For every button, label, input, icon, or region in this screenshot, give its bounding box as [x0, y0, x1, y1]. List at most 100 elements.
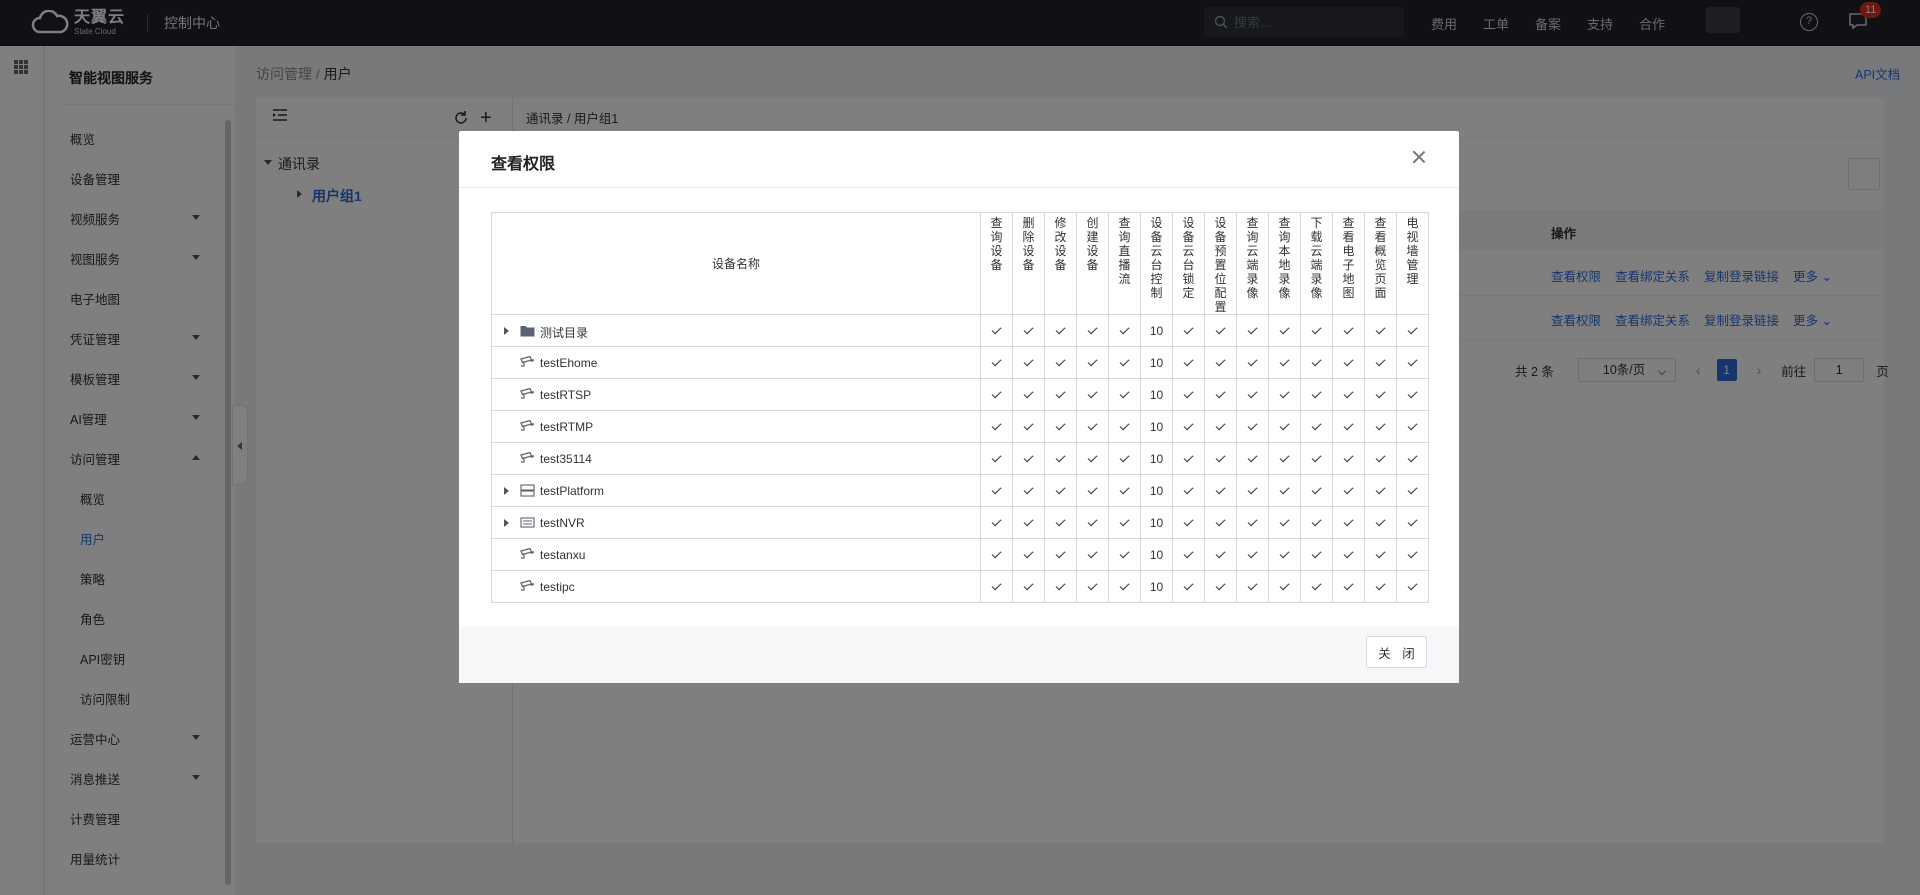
permission-cell	[1332, 410, 1365, 443]
permission-cell	[1268, 314, 1301, 347]
expand-caret-icon[interactable]	[504, 487, 509, 495]
permission-column-header: 设备云台控制	[1140, 212, 1173, 315]
permission-cell	[1012, 506, 1045, 539]
checkmark-icon	[1055, 420, 1066, 431]
checkmark-icon	[1119, 388, 1130, 399]
permission-cell	[1204, 378, 1237, 411]
permission-cell	[1108, 474, 1141, 507]
checkmark-icon	[1087, 484, 1098, 495]
permission-column-header: 查看概览页面	[1364, 212, 1397, 315]
checkmark-icon	[1375, 356, 1386, 367]
checkmark-icon	[1279, 484, 1290, 495]
permission-cell	[1012, 474, 1045, 507]
permission-cell	[1396, 442, 1429, 475]
permission-cell	[1044, 410, 1077, 443]
camera-icon	[520, 547, 535, 561]
permission-cell	[1172, 474, 1205, 507]
checkmark-icon	[1215, 420, 1226, 431]
permission-cell	[1076, 378, 1109, 411]
checkmark-icon	[1087, 580, 1098, 591]
checkmark-icon	[1407, 580, 1418, 591]
permission-cell	[1236, 474, 1269, 507]
checkmark-icon	[1119, 580, 1130, 591]
checkmark-icon	[1087, 452, 1098, 463]
expand-caret-icon[interactable]	[504, 519, 509, 527]
device-name-cell: testanxu	[491, 538, 981, 571]
permission-column-header: 下载云端录像	[1300, 212, 1333, 315]
permission-cell	[1268, 442, 1301, 475]
checkmark-icon	[1119, 420, 1130, 431]
checkmark-icon	[991, 580, 1002, 591]
permission-cell	[1108, 570, 1141, 603]
checkmark-icon	[1087, 548, 1098, 559]
permission-cell	[1396, 346, 1429, 379]
checkmark-icon	[991, 324, 1002, 335]
permission-cell	[1300, 346, 1333, 379]
checkmark-icon	[991, 484, 1002, 495]
checkmark-icon	[1087, 420, 1098, 431]
permission-cell	[1108, 314, 1141, 347]
permission-cell	[1108, 378, 1141, 411]
permission-cell	[1364, 474, 1397, 507]
checkmark-icon	[1375, 388, 1386, 399]
table-row: testEhome 10	[491, 346, 1429, 379]
permission-column-header: 查询设备	[980, 212, 1013, 315]
permission-cell	[980, 314, 1013, 347]
permission-cell	[980, 442, 1013, 475]
permission-cell	[1332, 570, 1365, 603]
checkmark-icon	[1375, 452, 1386, 463]
checkmark-icon	[1247, 516, 1258, 527]
permission-cell	[1044, 506, 1077, 539]
device-name-cell: testRTMP	[491, 410, 981, 443]
permission-cell	[1364, 506, 1397, 539]
permission-cell	[1268, 410, 1301, 443]
checkmark-icon	[1375, 548, 1386, 559]
permission-cell	[1076, 474, 1109, 507]
ptz-value-cell: 10	[1140, 442, 1173, 475]
checkmark-icon	[991, 548, 1002, 559]
device-name: testEhome	[540, 356, 598, 370]
permission-cell	[1172, 538, 1205, 571]
checkmark-icon	[1247, 452, 1258, 463]
checkmark-icon	[1375, 420, 1386, 431]
permission-cell	[1204, 410, 1237, 443]
permission-cell	[1012, 570, 1045, 603]
expand-caret-icon[interactable]	[504, 327, 509, 335]
permissions-header-row: 设备名称 查询设备 删除设备 修改设备 创建设备 查询直播流 设备云台控制 设备云台锁定 设备…	[491, 212, 1429, 315]
checkmark-icon	[1311, 580, 1322, 591]
permission-cell	[1236, 442, 1269, 475]
checkmark-icon	[1215, 324, 1226, 335]
close-icon[interactable]	[1411, 149, 1427, 165]
checkmark-icon	[1055, 388, 1066, 399]
permission-cell	[980, 410, 1013, 443]
permission-cell	[980, 506, 1013, 539]
permission-cell	[980, 474, 1013, 507]
checkmark-icon	[1343, 484, 1354, 495]
checkmark-icon	[1023, 548, 1034, 559]
checkmark-icon	[1183, 356, 1194, 367]
device-name: testPlatform	[540, 484, 605, 498]
device-name-cell: testNVR	[491, 506, 981, 539]
permission-cell	[1300, 570, 1333, 603]
checkmark-icon	[1055, 580, 1066, 591]
camera-icon	[520, 419, 535, 433]
permission-cell	[980, 378, 1013, 411]
checkmark-icon	[1215, 452, 1226, 463]
permission-cell	[1268, 474, 1301, 507]
close-button[interactable]: 关 闭	[1366, 636, 1427, 668]
permission-cell	[1396, 570, 1429, 603]
checkmark-icon	[1087, 356, 1098, 367]
device-name-cell: testPlatform	[491, 474, 981, 507]
ptz-value-cell: 10	[1140, 538, 1173, 571]
checkmark-icon	[1087, 388, 1098, 399]
checkmark-icon	[1055, 516, 1066, 527]
ptz-value-cell: 10	[1140, 378, 1173, 411]
permission-cell	[1108, 346, 1141, 379]
checkmark-icon	[1215, 356, 1226, 367]
table-row: testPlatform 10	[491, 474, 1429, 507]
checkmark-icon	[1215, 484, 1226, 495]
checkmark-icon	[1023, 452, 1034, 463]
permission-cell	[1364, 378, 1397, 411]
checkmark-icon	[1183, 484, 1194, 495]
permission-cell	[1268, 506, 1301, 539]
